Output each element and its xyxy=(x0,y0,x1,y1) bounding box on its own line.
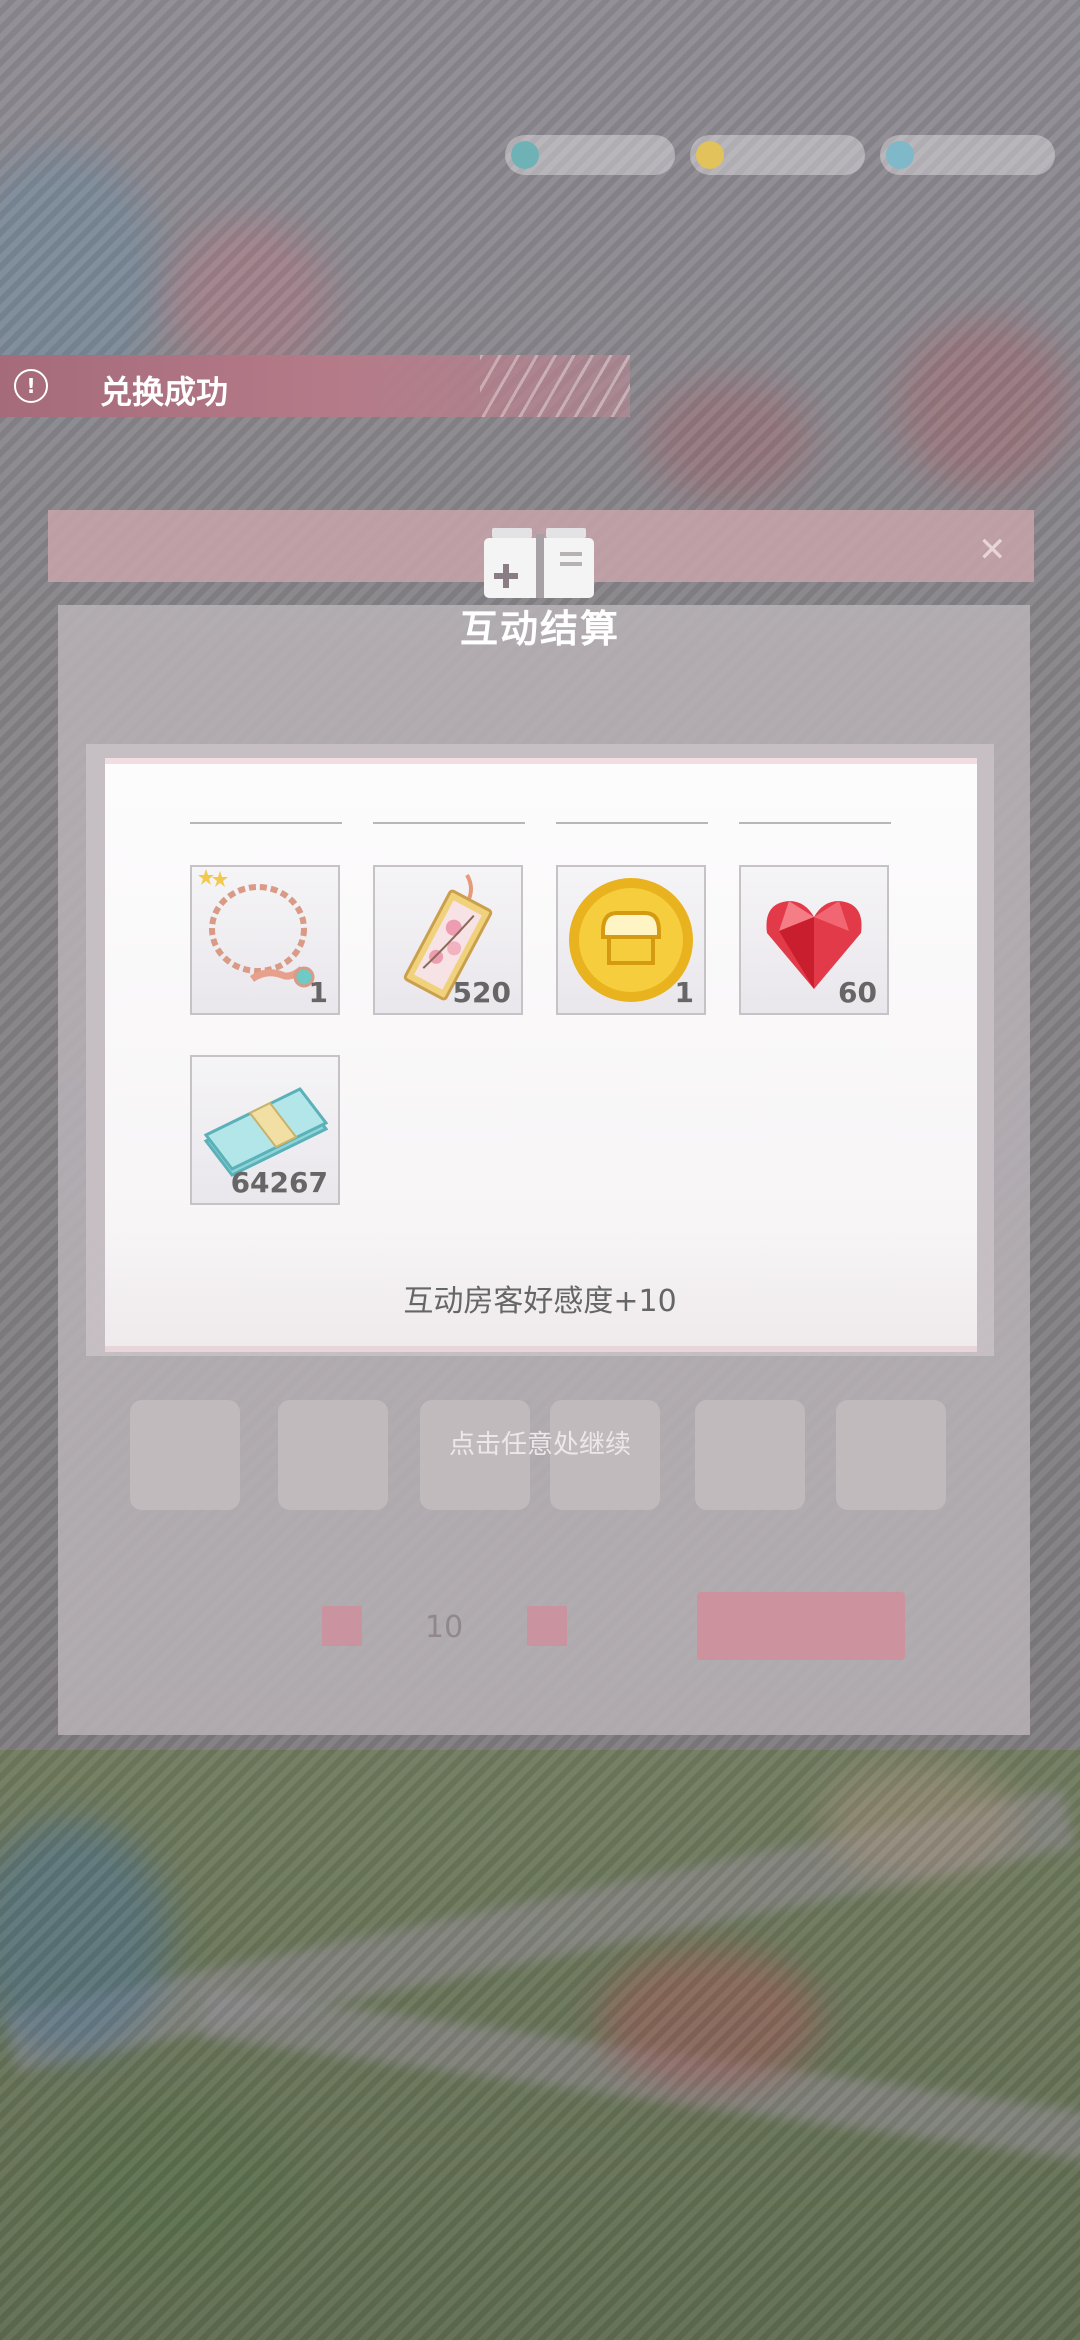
box-icon xyxy=(484,528,594,598)
underlying-plus-button xyxy=(527,1606,567,1646)
underlying-confirm-button xyxy=(697,1592,905,1660)
reward-item-coin[interactable]: 1 xyxy=(556,865,706,1015)
reward-item-bookmark[interactable]: 520 xyxy=(373,865,523,1015)
divider xyxy=(190,822,342,824)
underlying-close-icon: ✕ xyxy=(978,530,1007,570)
reward-count: 520 xyxy=(452,976,511,1009)
underlying-counter-value: 10 xyxy=(425,1610,464,1645)
star-rating-icon xyxy=(198,869,228,887)
reward-count: 1 xyxy=(308,976,328,1009)
resource-bar-gems[interactable] xyxy=(880,135,1055,175)
divider xyxy=(373,822,525,824)
resource-bar-coins[interactable] xyxy=(690,135,865,175)
reward-count: 60 xyxy=(838,976,877,1009)
affinity-text: 互动房客好感度+10 xyxy=(403,1284,677,1319)
divider xyxy=(556,822,708,824)
toast-banner: ! 兑换成功 xyxy=(0,355,630,417)
resource-bar-energy[interactable] xyxy=(505,135,675,175)
reward-item-ruby-heart[interactable]: 60 xyxy=(739,865,889,1015)
reward-count: 1 xyxy=(674,976,694,1009)
reward-count: 64267 xyxy=(230,1166,328,1199)
reward-item-necklace[interactable]: 1 xyxy=(190,865,340,1015)
alert-circle-icon: ! xyxy=(14,369,48,403)
divider xyxy=(739,822,891,824)
tap-to-continue-hint[interactable]: 点击任意处继续 xyxy=(0,1424,1080,1461)
toast-message: 兑换成功 xyxy=(100,373,229,411)
underlying-minus-button xyxy=(322,1606,362,1646)
reward-item-cash[interactable]: 64267 xyxy=(190,1055,340,1205)
dialog-title: 互动结算 xyxy=(459,607,620,651)
